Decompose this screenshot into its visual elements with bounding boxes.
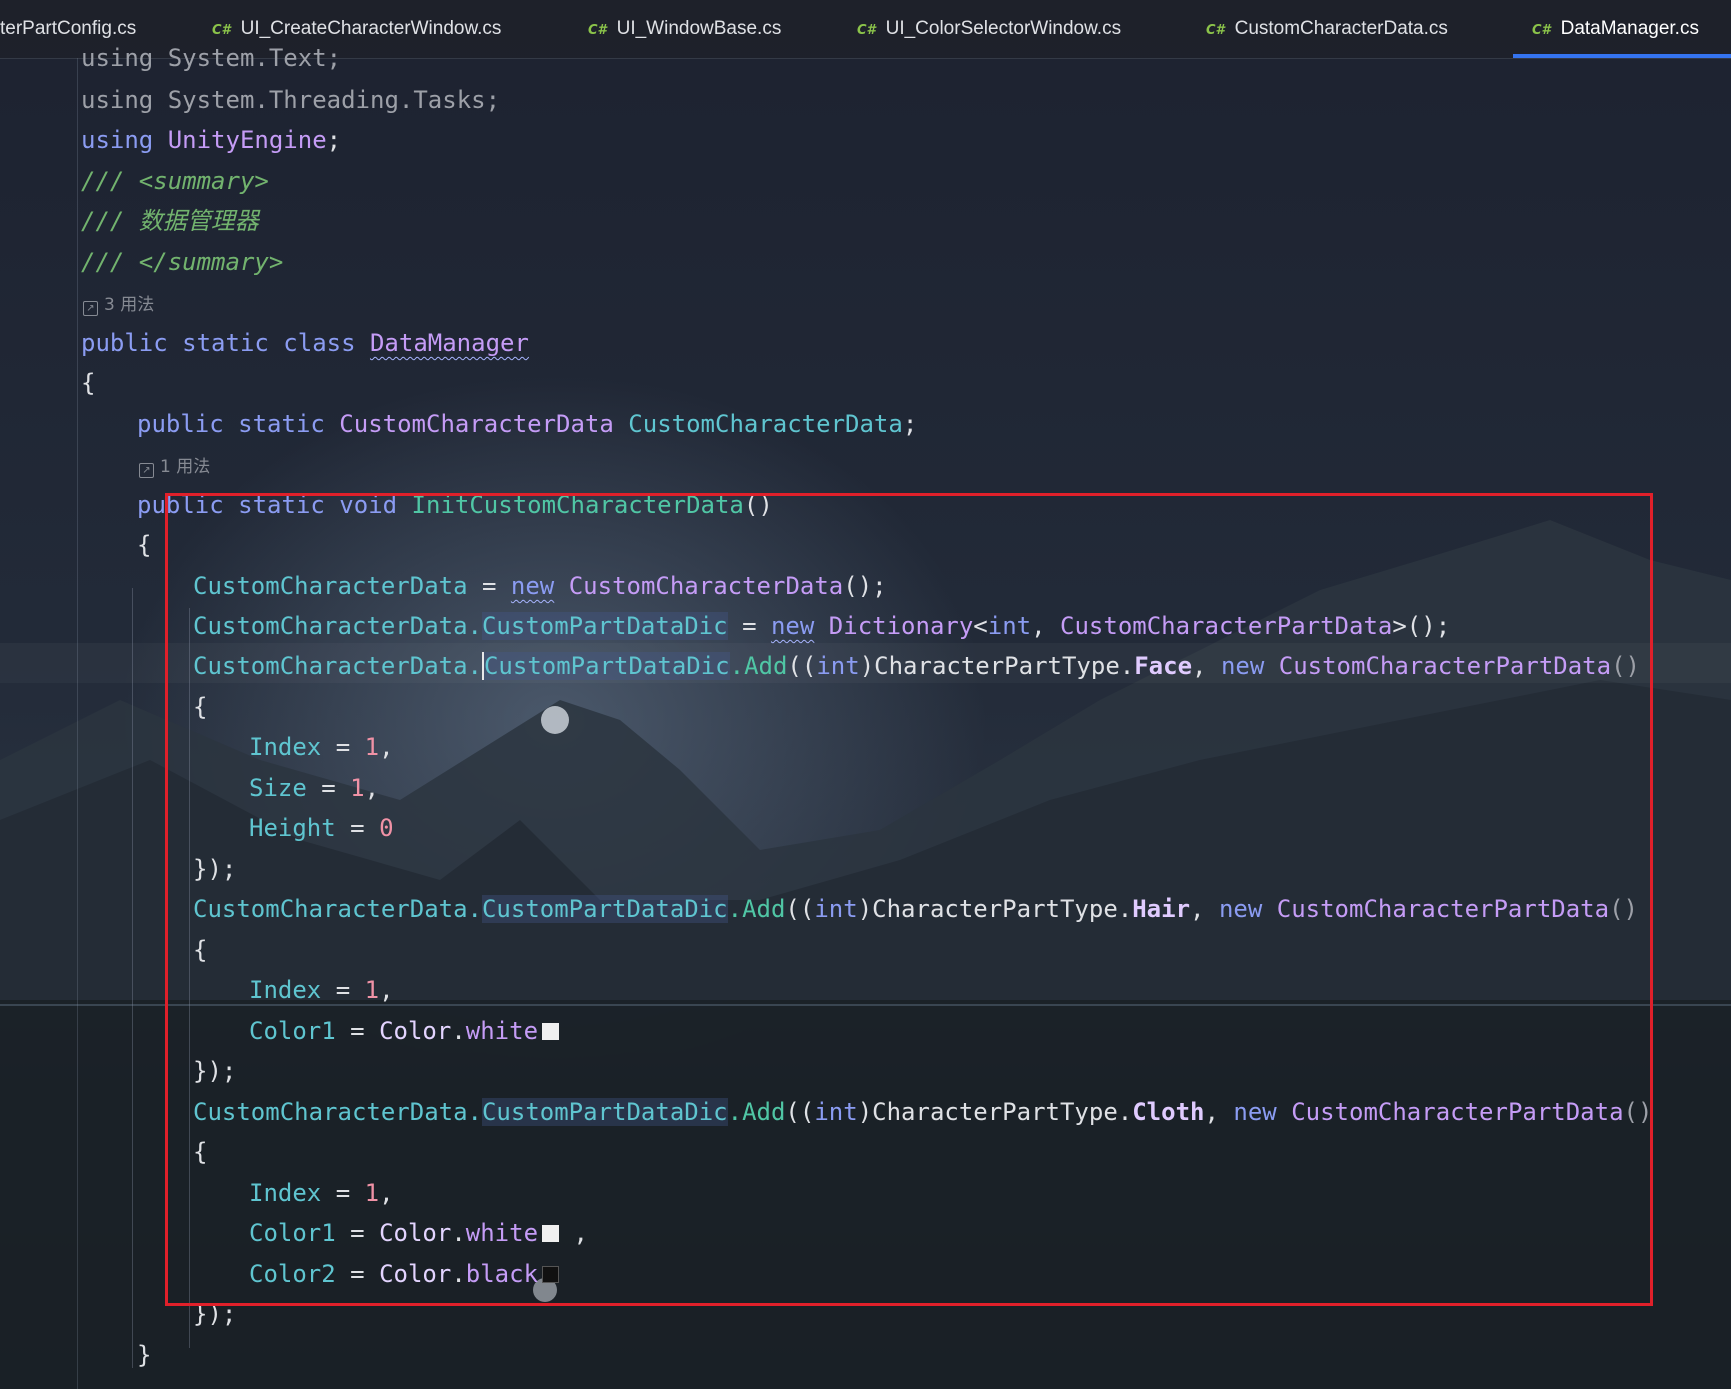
code-line: public static CustomCharacterData Custom… [137, 410, 918, 438]
code-line: /// 数据管理器 [81, 207, 259, 235]
code-line: { [81, 369, 96, 397]
csharp-file-icon: C# [212, 23, 231, 38]
usages-icon: ↗ [139, 463, 154, 478]
tab-customcharacterdata[interactable]: C# CustomCharacterData.cs [1206, 0, 1448, 58]
highlight-annotation-box [165, 493, 1653, 1306]
tab-label: DataManager.cs [1560, 18, 1699, 39]
tab-label: terPartConfig.cs [0, 18, 137, 39]
code-line: using System.Threading.Tasks; [81, 86, 501, 114]
usages-hint[interactable]: ↗ 3 用法 [83, 290, 154, 320]
code-line: } [137, 1341, 152, 1369]
tab-ui-colorselectorwindow[interactable]: C# UI_ColorSelectorWindow.cs [857, 0, 1121, 58]
tab-datamanager[interactable]: C# DataManager.cs [1532, 0, 1699, 58]
code-line: public static class DataManager [81, 329, 529, 357]
indent-guide [132, 588, 133, 1368]
code-line: using UnityEngine; [81, 126, 342, 154]
tab-label: CustomCharacterData.cs [1234, 18, 1448, 39]
tab-label: UI_ColorSelectorWindow.cs [885, 18, 1122, 39]
tab-ui-windowbase[interactable]: C# UI_WindowBase.cs [588, 0, 781, 58]
csharp-file-icon: C# [1532, 23, 1551, 38]
csharp-file-icon: C# [1206, 23, 1225, 38]
code-line: /// <summary> [81, 167, 269, 195]
csharp-file-icon: C# [857, 23, 876, 38]
code-line: { [137, 531, 152, 559]
usages-hint[interactable]: ↗ 1 用法 [139, 452, 210, 482]
code-line: using System.Text; [81, 44, 342, 72]
usages-icon: ↗ [83, 301, 98, 316]
gutter-divider [77, 58, 78, 1389]
code-line: /// </summary> [81, 248, 284, 276]
csharp-file-icon: C# [588, 23, 607, 38]
tab-label: UI_WindowBase.cs [616, 18, 782, 39]
tab-label: UI_CreateCharacterWindow.cs [240, 18, 502, 39]
